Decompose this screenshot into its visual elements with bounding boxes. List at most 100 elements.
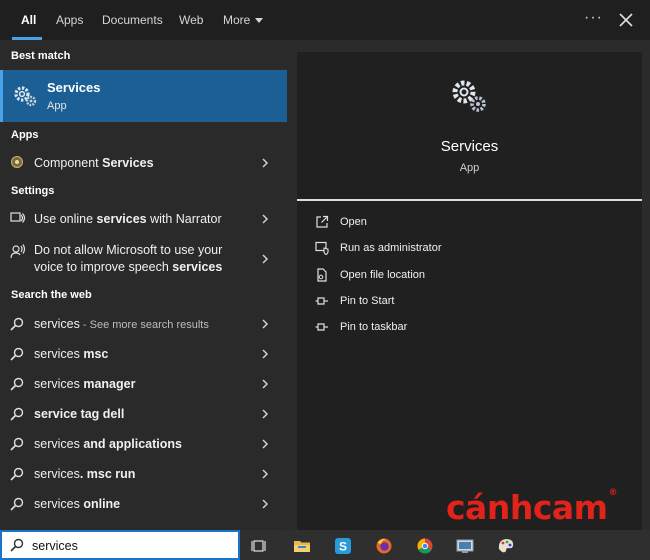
- result-component-services[interactable]: Component Services: [0, 152, 287, 176]
- label-normal: services: [34, 467, 80, 481]
- file-explorer-icon[interactable]: [293, 537, 311, 555]
- result-label: service tag dell: [34, 406, 124, 423]
- open-external-icon: [316, 215, 329, 228]
- label-normal: services: [34, 317, 80, 331]
- search-icon: [10, 538, 24, 552]
- chevron-right-icon: [262, 469, 269, 479]
- result-label: services. msc run: [34, 466, 135, 483]
- label-normal: Component: [34, 156, 103, 170]
- action-open-file-location[interactable]: Open file location: [315, 266, 615, 288]
- tab-all[interactable]: All: [21, 0, 36, 40]
- search-icon: [10, 377, 24, 391]
- label-bold: Services: [102, 156, 154, 170]
- action-pin-to-taskbar[interactable]: Pin to taskbar: [315, 318, 615, 340]
- search-input[interactable]: [32, 536, 232, 556]
- watermark-text: cánhcam: [446, 488, 608, 527]
- chevron-right-icon: [262, 349, 269, 359]
- label-bold: services: [96, 212, 147, 226]
- label-normal: services: [34, 347, 84, 361]
- preview-header: Services App: [297, 52, 642, 199]
- search-icon: [10, 317, 24, 331]
- paint-icon[interactable]: [497, 537, 515, 555]
- action-label: Run as administrator: [340, 242, 442, 254]
- label-line1: Do not allow Microsoft to use your: [34, 243, 223, 257]
- preview-subtitle: App: [459, 162, 480, 174]
- registered-mark: ®: [608, 488, 618, 498]
- label-bold: service tag dell: [34, 407, 125, 421]
- action-label: Open: [340, 216, 367, 228]
- action-label: Open file location: [340, 269, 425, 281]
- label-line2: voice to improve speech: [34, 260, 173, 274]
- task-view-icon[interactable]: [251, 537, 269, 555]
- result-narrator-services[interactable]: Use online services with Narrator: [0, 208, 287, 232]
- web-result-item[interactable]: services manager: [0, 373, 287, 397]
- label-normal-suffix: with Narrator: [146, 212, 222, 226]
- action-pin-to-start[interactable]: Pin to Start: [315, 292, 615, 314]
- preview-pane: Services App Open Run as administrator O…: [297, 52, 642, 530]
- narrator-icon: [10, 212, 26, 223]
- search-icon: [10, 497, 24, 511]
- web-result-item[interactable]: services. msc run: [0, 463, 287, 487]
- file-location-icon: [317, 268, 327, 282]
- pin-icon: [315, 297, 328, 305]
- firefox-icon[interactable]: [375, 537, 393, 555]
- label-normal: Use online: [34, 212, 97, 226]
- chevron-right-icon: [262, 499, 269, 509]
- chevron-right-icon: [262, 319, 269, 329]
- more-options-button[interactable]: ···: [584, 0, 603, 40]
- settings-section-header: Settings: [11, 185, 55, 197]
- web-result-item[interactable]: service tag dell: [0, 403, 287, 427]
- search-icon: [10, 407, 24, 421]
- apps-section-header: Apps: [11, 129, 39, 141]
- tab-more-label: More: [223, 13, 251, 27]
- chevron-right-icon: [262, 214, 269, 224]
- pin-icon: [315, 323, 328, 331]
- result-label: services and applications: [34, 436, 182, 453]
- result-label: services online: [34, 496, 120, 513]
- label-bold: online: [83, 497, 121, 511]
- tab-apps[interactable]: Apps: [56, 0, 83, 40]
- see-more-hint: - See more search results: [79, 319, 209, 331]
- chevron-down-icon: [255, 18, 264, 24]
- search-icon: [10, 347, 24, 361]
- web-result-item[interactable]: services msc: [0, 343, 287, 367]
- results-pane: Best match Services App Apps Component S…: [0, 40, 287, 530]
- tab-web[interactable]: Web: [179, 0, 203, 40]
- result-label: services manager: [34, 376, 135, 393]
- tab-more[interactable]: More: [223, 0, 264, 40]
- skype-icon[interactable]: S: [334, 537, 352, 555]
- services-gear-icon: [452, 80, 486, 112]
- label-bold: . msc run: [79, 467, 136, 481]
- label-normal: services: [34, 437, 84, 451]
- search-icon: [10, 467, 24, 481]
- svg-text:S: S: [339, 540, 347, 554]
- label-bold: services: [172, 260, 223, 274]
- action-label: Pin to taskbar: [340, 321, 408, 333]
- best-match-result[interactable]: Services App: [0, 70, 287, 122]
- web-result-item[interactable]: services and applications: [0, 433, 287, 457]
- taskbar-search-box[interactable]: [0, 530, 240, 560]
- best-match-title: Services: [47, 80, 101, 95]
- result-speech-services[interactable]: Do not allow Microsoft to use your voice …: [0, 239, 287, 279]
- chevron-right-icon: [262, 439, 269, 449]
- web-result-see-more[interactable]: services - See more search results: [0, 313, 287, 337]
- control-panel-icon[interactable]: [456, 537, 474, 555]
- action-label: Pin to Start: [340, 295, 395, 307]
- action-run-as-administrator[interactable]: Run as administrator: [315, 239, 615, 261]
- chevron-right-icon: [262, 254, 269, 264]
- tab-documents[interactable]: Documents: [102, 0, 163, 40]
- web-result-item[interactable]: services online: [0, 493, 287, 517]
- close-icon[interactable]: [616, 10, 636, 30]
- best-match-header: Best match: [11, 50, 71, 62]
- result-label: Component Services: [34, 155, 154, 172]
- label-normal: services: [34, 377, 84, 391]
- shield-admin-icon: [315, 241, 329, 255]
- label-normal: services: [34, 497, 84, 511]
- speech-icon: [10, 244, 26, 259]
- action-open[interactable]: Open: [315, 213, 615, 235]
- chevron-right-icon: [262, 158, 269, 168]
- services-gear-icon: [14, 86, 37, 107]
- chevron-right-icon: [262, 379, 269, 389]
- chrome-icon[interactable]: [416, 537, 434, 555]
- best-match-subtitle: App: [47, 100, 67, 112]
